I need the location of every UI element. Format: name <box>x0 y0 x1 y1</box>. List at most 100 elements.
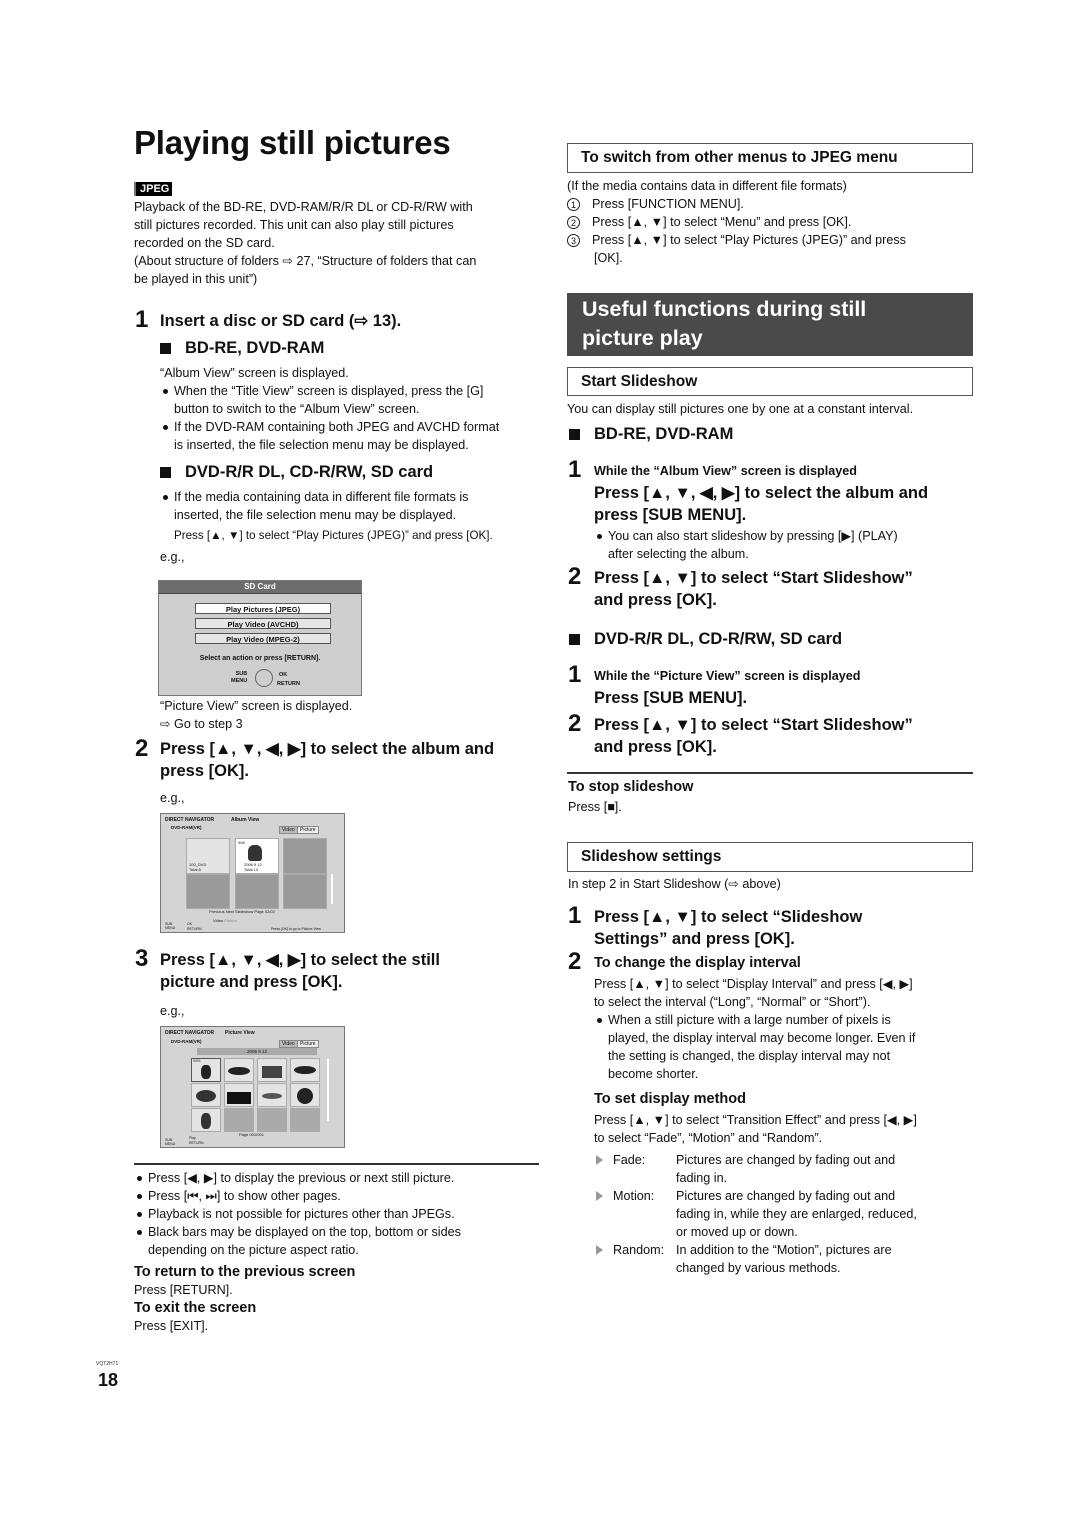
desc-line: fading in. <box>676 1171 728 1185</box>
penguin-image <box>228 1067 250 1075</box>
scrollbar[interactable] <box>327 1059 329 1121</box>
goto-link[interactable]: ⇨ Go to step 3 <box>160 715 352 733</box>
square-bullet-icon <box>160 467 171 478</box>
switch-menu-heading: To switch from other menus to JPEG menu <box>567 143 973 173</box>
album-thumbnail[interactable]: 100_DVD Total 8 <box>186 838 230 874</box>
album-thumbnail-empty[interactable] <box>235 874 279 909</box>
intro-text: Playback of the BD-RE, DVD-RAM/R/R DL or… <box>134 198 539 288</box>
step-number: 2 <box>135 735 149 762</box>
page-title: Playing still pictures <box>134 124 451 161</box>
media-subheading: DVD-R/R DL, CD-R/RW, SD card <box>569 630 842 649</box>
scrollbar[interactable] <box>331 874 333 904</box>
sd-card-menu-screenshot: SD Card Play Pictures (JPEG) Play Video … <box>158 580 362 696</box>
dvdr-notes: If the media containing data in differen… <box>160 488 540 566</box>
control-next[interactable]: Next <box>226 909 234 914</box>
penguin-image <box>297 1088 313 1104</box>
slideshow-intro: You can display still pictures one by on… <box>567 402 914 416</box>
bullet-line: the setting is changed, the display inte… <box>608 1049 891 1063</box>
control-previous[interactable]: Previous <box>209 909 225 914</box>
step-number: 2 <box>568 563 582 590</box>
bullet-line: played, the display interval may become … <box>608 1031 916 1045</box>
button-picture[interactable]: Picture <box>224 918 236 923</box>
picture-thumbnail[interactable] <box>257 1058 287 1082</box>
menu-label: MENU <box>165 926 176 930</box>
penguin-image <box>196 1090 216 1102</box>
effects-list: Fade: Pictures are changed by fading out… <box>596 1151 976 1277</box>
picture-number: 0001 <box>193 1059 201 1063</box>
tab-picture[interactable]: Picture <box>297 1040 319 1048</box>
nav-title: DIRECT NAVIGATOR <box>165 1030 215 1036</box>
eg-label: e.g., <box>160 550 185 564</box>
album-thumbnail-empty[interactable] <box>283 874 327 909</box>
exit-text: Press [EXIT]. <box>134 1319 209 1333</box>
penguin-image <box>248 845 262 861</box>
tab-video[interactable]: Video <box>279 826 298 834</box>
slideshow-settings-heading: Slideshow settings <box>567 842 973 872</box>
subheading-label: BD-RE, DVD-RAM <box>594 425 734 443</box>
album-controls: Previous Next Slideshow Page 02/02 <box>209 909 275 914</box>
document-code: VQT2H71 <box>96 1361 119 1367</box>
bullet-item: When a still picture with a large number… <box>594 1011 974 1083</box>
bullet-line: If the media containing data in differen… <box>174 490 469 504</box>
step-line: Press [▲, ▼, ◀, ▶] to select the album a… <box>594 484 929 502</box>
menu-label: MENU <box>231 678 248 684</box>
step-number: 3 <box>135 945 149 972</box>
sub-menu-label: SUB MENU <box>231 671 247 685</box>
bullet-line: become shorter. <box>608 1067 699 1081</box>
picture-thumbnail[interactable] <box>257 1083 287 1107</box>
album-thumbnail-empty[interactable] <box>283 838 327 874</box>
album-thumbnail-selected[interactable]: 008 2006 9 12 Total 13 <box>235 838 279 874</box>
bullet-line: Black bars may be displayed on the top, … <box>148 1225 461 1239</box>
picture-thumbnail[interactable] <box>191 1083 221 1107</box>
return-label: RETURN <box>189 1141 204 1145</box>
picture-thumbnail[interactable] <box>224 1058 254 1082</box>
button-video[interactable]: Video <box>213 918 223 923</box>
step-instruction: Press [▲, ▼] to select “Start Slideshow”… <box>594 567 913 611</box>
method-heading: To set display method <box>594 1091 747 1107</box>
step-instruction: Insert a disc or SD card (⇨ 13). <box>160 312 402 330</box>
desc-line: fading in, while they are enlarged, redu… <box>676 1207 917 1221</box>
bullet-item: Press [⏮, ⏭] to show other pages. <box>134 1187 539 1205</box>
bullet-line: When the “Title View” screen is displaye… <box>174 384 484 398</box>
picture-thumbnail-selected[interactable]: 0001 <box>191 1058 221 1082</box>
intro-line: (About structure of folders ⇨ 27, “Struc… <box>134 254 477 268</box>
numbered-item: 3 Press [▲, ▼] to select “Play Pictures (… <box>567 231 973 249</box>
menu-option[interactable]: Play Video (AVCHD) <box>195 618 331 629</box>
picture-thumbnail-empty[interactable] <box>290 1108 320 1132</box>
nav-title: DIRECT NAVIGATOR <box>165 817 215 823</box>
picture-thumbnail[interactable] <box>191 1108 221 1132</box>
note-text: (If the media contains data in different… <box>567 179 847 193</box>
step-condition: While the “Picture View” screen is displ… <box>594 669 861 683</box>
desc-line: In addition to the “Motion”, pictures ar… <box>676 1243 892 1257</box>
picture-view-screenshot: DIRECT NAVIGATOR Picture View DVD-RAM(VR… <box>160 1026 345 1148</box>
sub-label: SUB <box>235 671 248 677</box>
intro-line: still pictures recorded. This unit can a… <box>134 218 454 232</box>
eg-label: e.g., <box>160 791 185 805</box>
control-slideshow[interactable]: Slideshow <box>235 909 253 914</box>
interval-text: Press [▲, ▼] to select “Display Interval… <box>594 975 974 1083</box>
return-label: RETURN <box>277 681 300 687</box>
menu-option[interactable]: Play Video (MPEG-2) <box>195 633 331 644</box>
bullet-line: depending on the picture aspect ratio. <box>148 1243 359 1257</box>
album-thumbnail-empty[interactable] <box>186 874 230 909</box>
picture-thumbnail-empty[interactable] <box>257 1108 287 1132</box>
bullet-item: You can also start slideshow by pressing… <box>594 527 988 563</box>
menu-option[interactable]: Play Pictures (JPEG) <box>195 603 331 614</box>
numbered-item: 1 Press [FUNCTION MENU]. <box>567 195 973 213</box>
square-bullet-icon <box>569 429 580 440</box>
picture-thumbnail-empty[interactable] <box>224 1108 254 1132</box>
switch-menu-steps: (If the media contains data in different… <box>567 177 973 267</box>
picture-thumbnail[interactable] <box>290 1083 320 1107</box>
circled-number-icon: 1 <box>567 198 580 211</box>
sub-menu-label: SUB MENU <box>165 1138 175 1146</box>
view-title: Picture View <box>225 1030 255 1036</box>
subheading-label: DVD-R/R DL, CD-R/RW, SD card <box>594 630 843 648</box>
interval-heading: To change the display interval <box>594 955 801 971</box>
step-line: press [OK]. <box>160 762 249 780</box>
picture-thumbnail[interactable] <box>224 1083 254 1107</box>
exit-heading: To exit the screen <box>134 1300 257 1316</box>
tab-video[interactable]: Video <box>279 1040 298 1048</box>
picture-thumbnail[interactable] <box>290 1058 320 1082</box>
return-heading: To return to the previous screen <box>134 1264 356 1280</box>
tab-picture[interactable]: Picture <box>297 826 319 834</box>
